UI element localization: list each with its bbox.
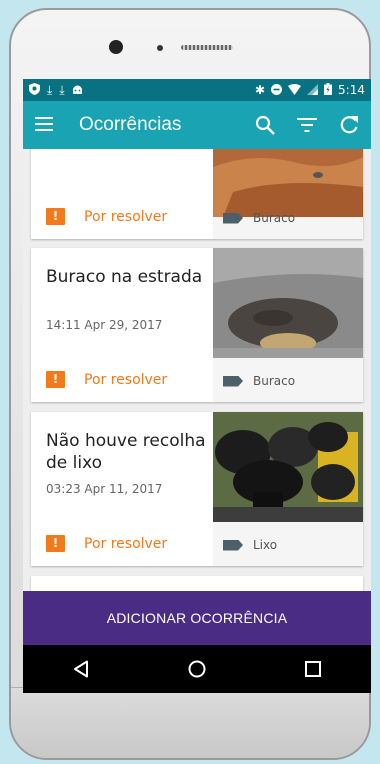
front-camera xyxy=(109,40,123,54)
page-title: Ocorrências xyxy=(79,114,182,135)
category-label: Buraco xyxy=(253,374,296,388)
back-icon[interactable] xyxy=(73,660,89,678)
download-icon: ⤓ xyxy=(47,83,53,97)
occurrence-card[interactable]: Não houve recolha de lixo 03:23 Apr 11, … xyxy=(31,412,363,566)
shield-icon xyxy=(29,83,40,97)
bluetooth-icon: ✱ xyxy=(254,83,266,97)
do-not-disturb-icon xyxy=(271,83,283,97)
category-label: Lixo xyxy=(253,538,278,552)
refresh-icon[interactable] xyxy=(339,115,359,135)
status-indicator: ! Por resolver xyxy=(46,208,167,225)
wifi-icon xyxy=(288,83,302,97)
category-label: Buraco xyxy=(253,211,296,225)
occurrence-photo xyxy=(213,248,363,358)
tag-icon xyxy=(223,212,243,224)
search-icon[interactable] xyxy=(255,115,275,135)
screen: ⤓ ⤓ ✱ 5:14 Ocorrências ! Por resolver Bu… xyxy=(23,79,371,693)
occurrence-title: Não houve recolha de lixo xyxy=(46,431,206,473)
alert-icon: ! xyxy=(46,208,65,225)
filter-icon[interactable] xyxy=(297,118,317,132)
clock: 5:14 xyxy=(338,83,365,97)
download-icon: ⤓ xyxy=(59,83,65,97)
signal-icon xyxy=(307,83,319,97)
tag-icon xyxy=(223,375,243,387)
status-indicator: ! Por resolver xyxy=(46,535,167,552)
alert-icon: ! xyxy=(46,535,65,552)
battery-icon xyxy=(324,83,333,97)
category-tag: Lixo xyxy=(223,538,277,552)
proximity-sensor xyxy=(157,45,163,51)
status-indicator: ! Por resolver xyxy=(46,371,167,388)
phone-chin xyxy=(11,687,369,758)
home-icon[interactable] xyxy=(188,660,206,678)
recents-icon[interactable] xyxy=(305,661,322,677)
status-label: Por resolver xyxy=(84,535,168,552)
android-icon xyxy=(72,84,83,97)
earpiece-speaker xyxy=(181,45,233,50)
add-occurrence-button[interactable]: ADICIONAR OCORRÊNCIA xyxy=(23,591,371,645)
occurrence-card[interactable]: ! Por resolver Buraco xyxy=(31,149,363,239)
navigation-bar xyxy=(23,645,371,693)
category-tag: Buraco xyxy=(223,211,295,225)
status-label: Por resolver xyxy=(84,371,168,388)
occurrence-photo xyxy=(213,412,363,522)
occurrence-photo xyxy=(213,149,363,217)
app-bar: Ocorrências xyxy=(23,101,371,149)
category-tag: Buraco xyxy=(223,374,295,388)
tag-icon xyxy=(223,539,243,551)
occurrence-time: 14:11 Apr 29, 2017 xyxy=(46,318,163,332)
occurrence-card[interactable]: Buraco na estrada 14:11 Apr 29, 2017 ! P… xyxy=(31,248,363,402)
occurrence-time: 03:23 Apr 11, 2017 xyxy=(46,482,163,496)
alert-icon: ! xyxy=(46,371,65,388)
menu-icon[interactable] xyxy=(35,116,53,135)
status-label: Por resolver xyxy=(84,208,168,225)
status-bar: ⤓ ⤓ ✱ 5:14 xyxy=(23,79,371,101)
occurrence-title: Buraco na estrada xyxy=(46,267,203,287)
